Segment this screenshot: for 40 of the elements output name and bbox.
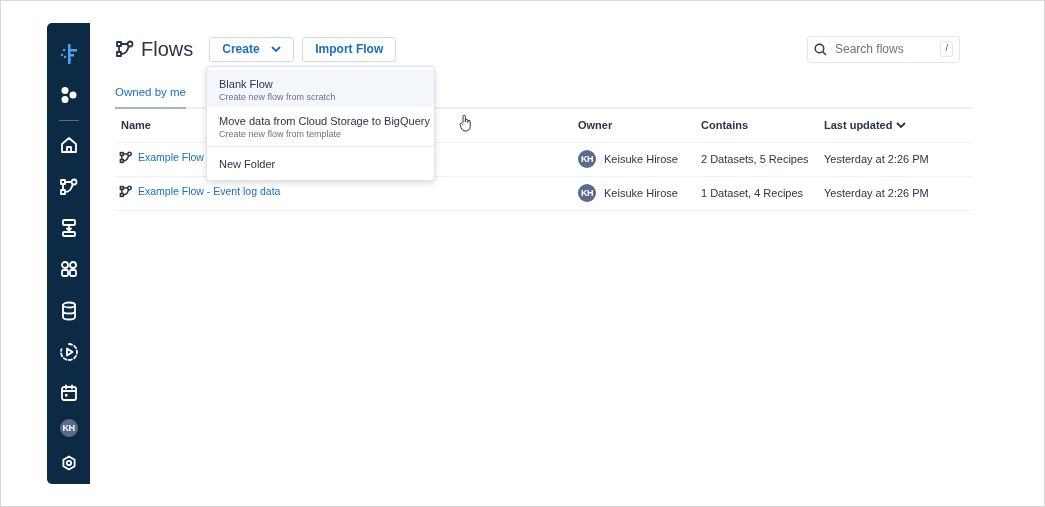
avatar: KH [578,184,596,203]
column-header: Name [121,118,151,133]
table-cell: Yesterday at 2:26 PM [818,142,972,176]
import-icon[interactable] [60,217,77,238]
import-flow-button[interactable]: Import Flow [302,36,397,62]
column-header: Contains [701,118,749,133]
create-button[interactable]: Create [209,36,295,62]
table-cell: 2 Datasets, 5 Recipes [695,142,818,176]
chevron-icon [271,45,282,53]
apps-icon[interactable] [59,260,78,279]
search-icon [814,42,827,56]
hand-cursor-icon [459,114,473,132]
shortcut-key: / [940,41,953,57]
table-cell: Yesterday at 2:26 PM [818,176,972,210]
table-cell: 1 Dataset, 4 Recipes [695,176,818,210]
search-field[interactable]: Search flows / [807,35,960,63]
flow-link[interactable]: Example Flow - Event log data [138,183,281,200]
menu-item[interactable]: Blank Flow Create new flow from scratch [207,70,434,107]
avatar: KH [578,150,596,169]
database-icon[interactable] [60,300,77,321]
column-header: Owner [578,118,613,133]
sort-header[interactable]: Last updated [824,117,907,134]
flow-icon [115,40,135,58]
home-icon[interactable] [59,136,78,155]
calendar-icon[interactable] [59,384,78,403]
avatar[interactable]: KH [59,419,78,438]
settings-icon[interactable] [60,455,77,472]
tab[interactable]: Owned by me [115,83,186,109]
play-circle-icon[interactable] [58,341,79,362]
logo-icon [58,42,79,65]
flow-link[interactable]: Example Flow [138,149,204,166]
flow-icon [119,184,133,198]
owner-name: Keisuke Hirose [604,152,678,168]
flow-icon[interactable] [58,177,79,196]
hexagon-cluster-icon[interactable] [59,86,78,104]
page-title: Flows [141,37,194,62]
flow-icon [119,150,133,164]
menu-item[interactable]: Move data from Cloud Storage to BigQuery Create new flow from template [207,106,434,144]
owner-name: Keisuke Hirose [604,186,678,202]
menu-item[interactable]: New Folder [207,150,434,177]
